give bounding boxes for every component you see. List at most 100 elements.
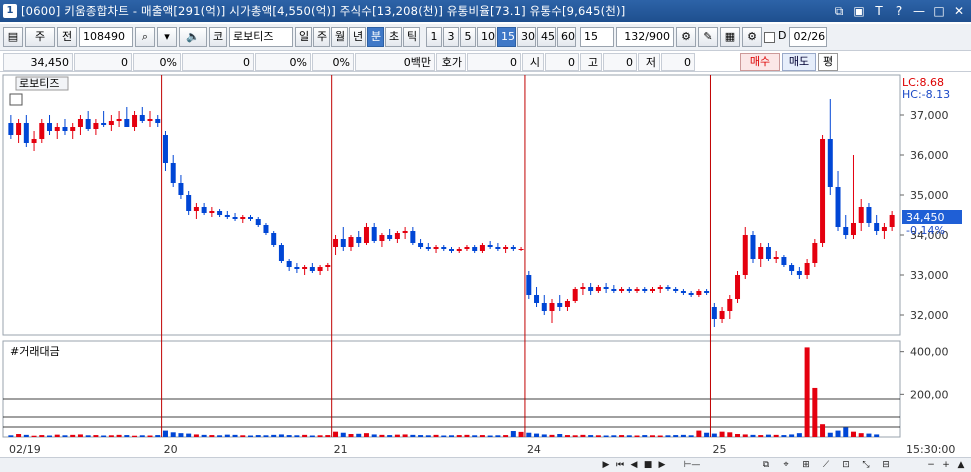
timeframe-tab-5[interactable]: 초 [385, 27, 402, 47]
minute-tab-30[interactable]: 30 [517, 27, 536, 47]
volume-bar [750, 434, 756, 437]
gear-icon[interactable]: ⚙ [742, 27, 762, 47]
candle-body [418, 243, 424, 247]
chart-area[interactable]: 37,000 36,000 35,000 34,000 33,000 32,000 400,… [0, 73, 971, 457]
volume-bar [371, 434, 377, 437]
minute-tab-3[interactable]: 3 [443, 27, 459, 47]
stock-name-field[interactable]: 로보티즈 [229, 27, 293, 47]
dropdown-icon[interactable]: ▾ [157, 27, 177, 47]
current-change: -0.14% [906, 224, 945, 237]
price-tick-label: 36,000 [910, 149, 949, 162]
timeframe-tab-4[interactable]: 분 [367, 27, 384, 47]
timeframe-tab-1[interactable]: 주 [313, 27, 330, 47]
date-input[interactable]: 02/26 [789, 27, 828, 47]
magnet-icon[interactable]: ⌖ [780, 459, 792, 471]
minute-tab-1[interactable]: 1 [426, 27, 442, 47]
stock-code-input[interactable]: 108490 [79, 27, 133, 47]
volume-bar [379, 434, 385, 437]
volume-bar [804, 347, 810, 437]
timeframe-tab-2[interactable]: 월 [331, 27, 348, 47]
scroll-next-icon[interactable]: ▶ [656, 459, 668, 471]
date-label: 21 [334, 443, 348, 456]
volume-bar [418, 435, 424, 437]
bar-count-input[interactable]: 132/900 [616, 27, 674, 47]
candle-body [735, 275, 741, 299]
prev-button[interactable]: 전 [57, 27, 77, 47]
volume-bar [673, 435, 679, 437]
slider-handle[interactable]: ⊢— [672, 459, 712, 471]
candle-body [124, 119, 130, 127]
minimize-icon[interactable]: — [911, 3, 927, 19]
volume-bar [503, 435, 509, 437]
zoom-fit-icon[interactable]: ⧉ [760, 459, 772, 471]
candle-body [363, 227, 369, 243]
candle-body [858, 207, 864, 223]
average-button[interactable]: 평 [818, 53, 838, 71]
plus-icon[interactable]: + [940, 459, 952, 471]
volume-bar [441, 435, 447, 437]
volume-bar [70, 434, 76, 437]
scroll-right-icon[interactable]: ▶ [600, 459, 612, 471]
minus-icon[interactable]: − [925, 459, 937, 471]
grid-icon[interactable]: ⊞ [800, 459, 812, 471]
date-checkbox[interactable] [764, 31, 775, 43]
minute-tab-5[interactable]: 5 [460, 27, 476, 47]
quote-amount-pct: 0% [312, 52, 354, 71]
sell-button[interactable]: 매도 [782, 53, 816, 71]
layout-icon[interactable]: ▤ [3, 27, 23, 47]
question-icon[interactable]: ? [891, 3, 907, 19]
minute-tab-60[interactable]: 60 [557, 27, 576, 47]
volume-bar [619, 435, 625, 437]
candle-body [534, 295, 540, 303]
minute-tab-45[interactable]: 45 [537, 27, 556, 47]
resize-icon[interactable]: ⤡ [860, 459, 872, 471]
timeframe-tab-6[interactable]: 틱 [403, 27, 420, 47]
maximize-icon[interactable]: □ [931, 3, 947, 19]
candle-body [433, 247, 439, 249]
line-tool-icon[interactable]: ⟋ [820, 459, 832, 471]
buy-button[interactable]: 매수 [740, 53, 780, 71]
volume-bar [642, 435, 648, 437]
volume-bar [634, 435, 640, 437]
compress-icon[interactable]: ⊟ [880, 459, 892, 471]
volume-bar [77, 434, 83, 437]
market-button[interactable]: 코 [209, 27, 227, 47]
candle-body [170, 163, 176, 183]
period-select[interactable]: 주 [25, 27, 55, 47]
scroll-up-icon[interactable]: ▲ [955, 459, 967, 471]
stop-icon[interactable]: ■ [642, 459, 654, 471]
fit-icon[interactable]: ⊡ [840, 459, 852, 471]
volume-bar [62, 435, 68, 437]
bar-total: /900 [645, 30, 670, 43]
bottom-scroll-bar: ▶ ⏮ ◀ ■ ▶ ⊢— ⧉ ⌖ ⊞ ⟋ ⊡ ⤡ ⊟ − + ▲ [0, 457, 971, 472]
draw-tool-icon[interactable]: ✎ [698, 27, 718, 47]
candle-body [278, 245, 284, 261]
scroll-prev-icon[interactable]: ◀ [628, 459, 640, 471]
pin-icon[interactable]: T [871, 3, 887, 19]
candlestick-chart[interactable]: 37,00036,00035,00034,00033,00032,000400,… [0, 73, 971, 457]
timeframe-tab-0[interactable]: 일 [295, 27, 312, 47]
volume-bar [534, 433, 540, 437]
speaker-icon[interactable]: 🔈 [179, 27, 207, 47]
candle-body [101, 123, 107, 125]
volume-bar [765, 434, 771, 437]
scroll-first-icon[interactable]: ⏮ [614, 459, 626, 471]
candle-body [773, 257, 779, 259]
window-title: [0600] 키움종합차트 - 매출액[291(억)] 시가총액[4,550(억… [21, 4, 626, 18]
table-icon[interactable]: ▦ [720, 27, 740, 47]
minute-tab-15[interactable]: 15 [497, 27, 516, 47]
search-icon[interactable]: ⌕ [135, 27, 155, 47]
restore-icon[interactable]: ⧉ [831, 3, 847, 19]
hoga-value: 0 [467, 52, 521, 71]
hc-label: HC:-8.13 [902, 88, 950, 101]
candle-settings-icon[interactable]: ⚙ [676, 27, 696, 47]
timeframe-tab-3[interactable]: 년 [349, 27, 366, 47]
interval-select[interactable]: 15 [580, 27, 614, 47]
candle-body [557, 303, 563, 307]
volume-bar [580, 434, 586, 437]
candle-body [325, 265, 331, 267]
minute-tab-10[interactable]: 10 [477, 27, 496, 47]
copy-icon[interactable]: ▣ [851, 3, 867, 19]
close-icon[interactable]: ✕ [951, 3, 967, 19]
volume-bar [843, 427, 849, 437]
